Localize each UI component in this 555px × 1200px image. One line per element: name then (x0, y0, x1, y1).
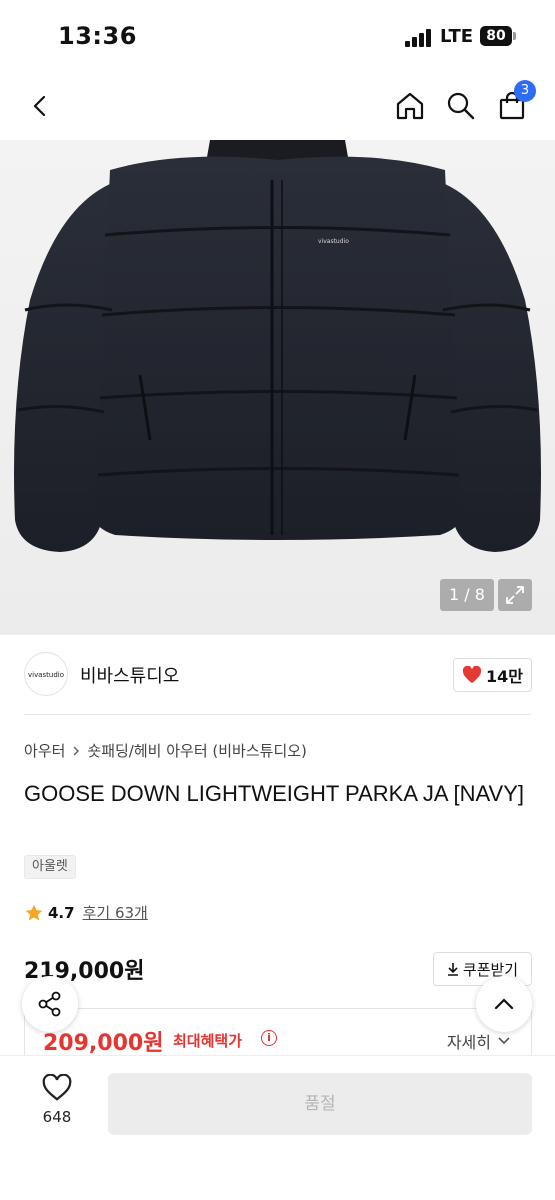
search-button[interactable] (441, 86, 481, 126)
network-label: LTE (440, 26, 474, 47)
outlet-badge: 아울렛 (24, 855, 76, 879)
jacket-logo: vivastudio (318, 238, 349, 245)
battery-icon: 80 (480, 26, 512, 46)
nav-bar: 3 (0, 78, 555, 134)
info-icon[interactable]: i (261, 1030, 277, 1046)
chevron-down-icon (498, 1037, 510, 1045)
chevron-left-icon (33, 95, 46, 117)
detail-label: 자세히 (446, 1033, 491, 1052)
wishlist-button[interactable]: 648 (28, 1074, 86, 1144)
rating-row: 4.7 후기 63개 (24, 902, 148, 923)
puffer-jacket-image: vivastudio (14, 140, 541, 552)
scroll-top-button[interactable] (476, 976, 532, 1032)
detail-link[interactable]: 자세히 (447, 1029, 511, 1053)
brand-row[interactable]: vivastudio 비바스튜디오 14만 (0, 636, 555, 714)
wishlist-count: 648 (42, 1108, 72, 1126)
cart-button[interactable]: 3 (492, 80, 536, 126)
status-bar: 13:36 LTE 80 (0, 0, 555, 70)
share-icon (38, 991, 61, 1017)
bottom-bar: 648 품절 (0, 1055, 555, 1200)
soldout-button[interactable]: 품절 (108, 1073, 532, 1135)
battery-tip (513, 32, 516, 40)
breadcrumb-subcategory[interactable]: 숏패딩/헤비 아우터 (비바스튜디오) (87, 740, 307, 761)
back-button[interactable] (20, 86, 60, 126)
brand-name[interactable]: 비바스튜디오 (80, 662, 179, 688)
search-icon (447, 92, 475, 120)
breadcrumb-category[interactable]: 아우터 (24, 740, 65, 761)
image-counter: 1 / 8 (440, 579, 494, 611)
brand-like-button[interactable]: 14만 (453, 658, 532, 692)
home-icon (396, 92, 424, 120)
rating-value: 4.7 (48, 903, 75, 922)
product-title: GOOSE DOWN LIGHTWEIGHT PARKA JA [NAVY] (24, 781, 524, 806)
status-time: 13:36 (58, 22, 137, 50)
home-button[interactable] (390, 86, 430, 126)
chevron-right-icon (73, 745, 80, 756)
review-link[interactable]: 후기 63개 (83, 902, 148, 923)
brand-logo[interactable]: vivastudio (24, 652, 68, 696)
expand-button[interactable] (498, 579, 532, 611)
heart-icon (462, 666, 482, 684)
divider (24, 714, 531, 715)
product-image[interactable]: vivastudio (0, 140, 555, 635)
chevron-up-icon (494, 998, 514, 1010)
sale-price: 209,000원 (43, 1031, 164, 1056)
brand-like-count: 14만 (486, 667, 523, 686)
heart-outline-icon (42, 1074, 72, 1101)
star-icon (25, 904, 43, 920)
expand-icon (506, 586, 524, 604)
signal-icon (405, 29, 435, 47)
share-button[interactable] (22, 976, 78, 1032)
breadcrumb: 아우터 숏패딩/헤비 아우터 (비바스튜디오) (24, 740, 307, 761)
max-benefit-label: 최대혜택가 (173, 1032, 243, 1050)
cart-count-badge: 3 (514, 80, 536, 102)
download-icon (447, 963, 458, 976)
